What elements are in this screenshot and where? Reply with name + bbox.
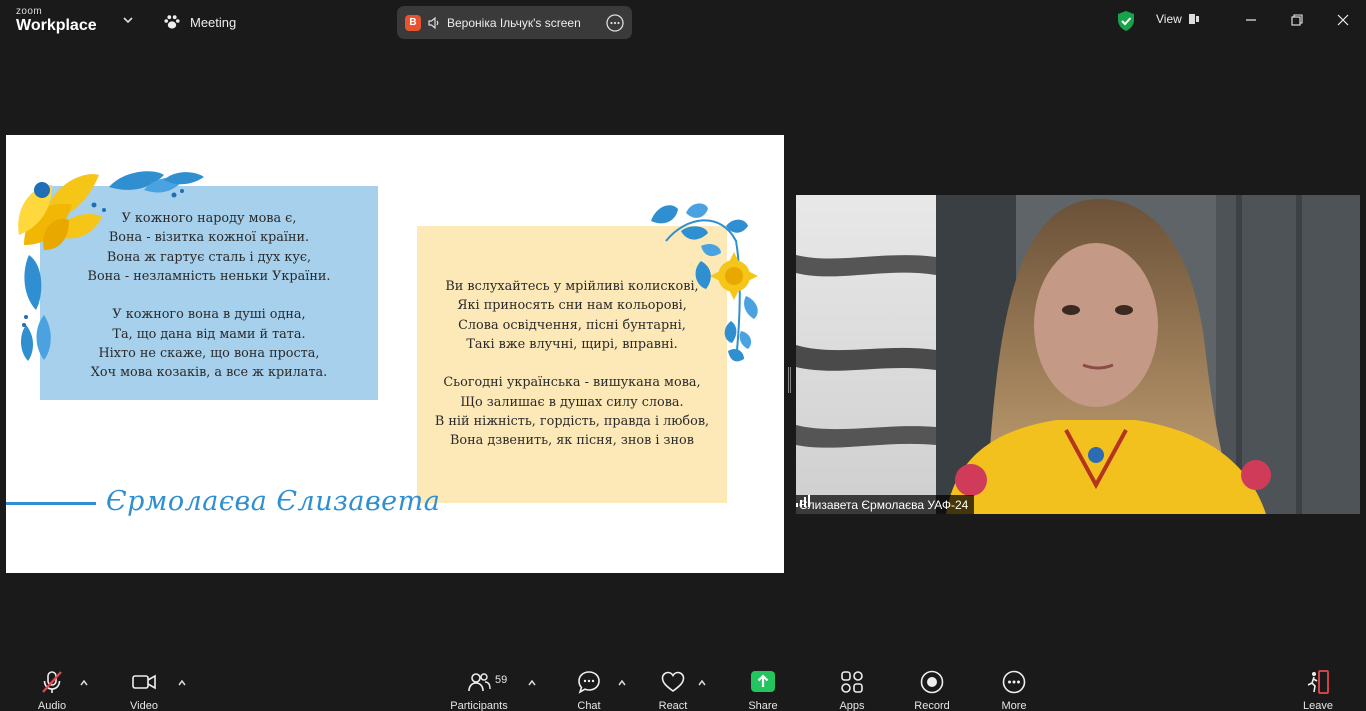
restore-icon[interactable]	[1289, 12, 1305, 28]
view-label: View	[1156, 12, 1182, 26]
heart-icon	[660, 669, 686, 695]
brand-name: Workplace	[16, 17, 97, 34]
split-view-handle[interactable]	[788, 367, 791, 393]
signal-bars-icon	[796, 495, 810, 507]
more-label: More	[1001, 700, 1027, 711]
meeting-menu[interactable]: Meeting	[163, 12, 236, 32]
apps-label: Apps	[839, 700, 865, 711]
chevron-down-icon[interactable]	[122, 14, 134, 26]
video-frame	[796, 195, 1360, 514]
leave-door-icon	[1305, 669, 1331, 695]
more-options-icon[interactable]	[606, 13, 624, 32]
title-bar: zoom Workplace Meeting В Вероніка Ільчук…	[0, 0, 1366, 44]
video-label: Video	[130, 700, 158, 711]
record-label: Record	[914, 700, 950, 711]
poem-line: У кожного вона в душі одна,	[112, 307, 306, 323]
zoom-logo: zoom Workplace	[16, 7, 97, 34]
poem-line: Слова освідчення, пісні бунтарні,	[458, 317, 686, 333]
poem-line: Та, що дана від мами й тата.	[112, 326, 306, 342]
chat-button[interactable]: Chat	[557, 669, 621, 711]
brand-top: zoom	[16, 6, 43, 17]
poem-line: Вона ж гартує сталь і дух кує,	[106, 249, 312, 265]
poem-line	[40, 286, 378, 305]
share-button[interactable]: Share	[731, 669, 795, 711]
poem-line: Сьогодні українська - вишукана мова,	[443, 375, 701, 391]
participant-video[interactable]: Єлизавета Єрмолаєва УАФ-24	[796, 195, 1360, 514]
author-signature: Єрмолаєва Єлизавета	[106, 486, 441, 517]
poem-line: Такі вже влучні, щирі, вправні.	[466, 336, 678, 352]
poem-left: У кожного народу мова є, Вона - візитка к…	[40, 209, 378, 383]
participants-label: Participants	[450, 700, 508, 711]
apps-button[interactable]: Apps	[820, 669, 884, 711]
paw-icon	[164, 15, 180, 29]
participants-icon	[466, 669, 492, 695]
record-button[interactable]: Record	[900, 669, 964, 711]
poem-line: Вона - незламність неньки України.	[87, 268, 331, 284]
apps-icon	[839, 669, 865, 695]
leave-button[interactable]: Leave	[1286, 669, 1350, 711]
view-layout-icon	[1188, 14, 1199, 24]
close-icon[interactable]	[1335, 12, 1351, 28]
audio-options-caret-icon[interactable]	[79, 678, 89, 688]
share-label-text: Share	[748, 700, 778, 711]
poem-line: Які приносять сни нам кольорові,	[457, 298, 687, 314]
chat-options-caret-icon[interactable]	[617, 678, 627, 688]
react-label: React	[658, 700, 688, 711]
participants-count: 59	[495, 674, 508, 686]
participant-name: Єлизавета Єрмолаєва УАФ-24	[799, 497, 969, 512]
more-dots-icon	[1001, 669, 1027, 695]
signature-line	[6, 502, 96, 505]
meeting-toolbar: Audio Video Participants 59 Chat React S…	[0, 661, 1366, 711]
video-button[interactable]: Video	[112, 669, 176, 711]
poem-line: Що залишає в душах силу слова.	[460, 394, 684, 410]
poem-line: Вона дзвенить, як пісня, знов і знов	[450, 433, 694, 449]
audio-label: Audio	[37, 700, 67, 711]
microphone-muted-icon	[39, 669, 65, 695]
poem-line	[417, 354, 727, 373]
share-label: Вероніка Ільчук's screen	[447, 15, 581, 30]
meeting-label: Meeting	[190, 14, 237, 30]
poem-right: Ви вслухайтесь у мрійливі колискові, Які …	[417, 277, 727, 451]
participants-options-caret-icon[interactable]	[527, 678, 537, 688]
minimize-icon[interactable]	[1243, 12, 1259, 28]
record-icon	[919, 669, 945, 695]
view-button[interactable]: View	[1156, 12, 1200, 26]
poem-line: Вона - візитка кожної країни.	[108, 230, 310, 246]
poem-line: Ви вслухайтесь у мрійливі колискові,	[445, 279, 699, 294]
poem-line: У кожного народу мова є,	[121, 211, 297, 226]
share-screen-icon	[750, 669, 776, 695]
react-button[interactable]: React	[641, 669, 705, 711]
participant-name-tag: Єлизавета Єрмолаєва УАФ-24	[796, 495, 975, 514]
video-options-caret-icon[interactable]	[177, 678, 187, 688]
leave-label: Leave	[1303, 700, 1333, 711]
chat-bubble-icon	[576, 669, 602, 695]
shield-check-icon[interactable]	[1116, 10, 1136, 32]
poem-line: Хоч мова козаків, а все ж крилата.	[90, 365, 328, 381]
screen-share-indicator[interactable]: В Вероніка Ільчук's screen	[397, 6, 632, 39]
react-options-caret-icon[interactable]	[697, 678, 707, 688]
audio-button[interactable]: Audio	[20, 669, 84, 711]
speaker-icon	[428, 16, 439, 29]
sharer-avatar: В	[405, 14, 421, 31]
shared-screen: У кожного народу мова є, Вона - візитка к…	[6, 135, 784, 573]
more-button[interactable]: More	[982, 669, 1046, 711]
video-camera-icon	[131, 669, 157, 695]
poem-line: Ніхто не скаже, що вона проста,	[98, 346, 320, 362]
poem-line: В ній ніжність, гордість, правда і любов…	[434, 414, 710, 430]
chat-label: Chat	[577, 700, 601, 711]
